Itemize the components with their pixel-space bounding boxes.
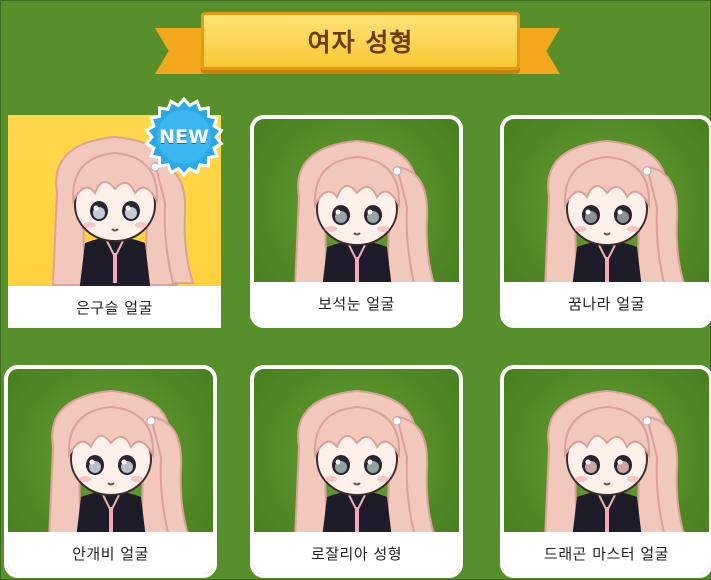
blush [626, 476, 639, 482]
face-item-card[interactable]: 보석눈 얼굴 [250, 115, 463, 328]
eye-highlight [585, 459, 590, 465]
face-item-card[interactable]: 드래곤 마스터 얼굴 [500, 365, 711, 578]
character-avatar [543, 139, 686, 297]
face-item-label: 보석눈 얼굴 [254, 282, 459, 324]
new-badge-label: NEW [159, 126, 209, 148]
blush [130, 476, 143, 482]
face-item-label: 은구슬 얼굴 [8, 286, 221, 328]
blush [324, 476, 337, 482]
character-avatar [293, 139, 436, 297]
blush [574, 476, 587, 482]
face-item-card[interactable]: 안개비 얼굴 [4, 365, 217, 578]
character-avatar [293, 389, 436, 547]
eye-highlight [617, 209, 622, 215]
outfit-ribbon [112, 253, 117, 283]
title-ribbon: 여자 성형 [155, 10, 560, 84]
eye-highlight [93, 205, 98, 211]
eye-highlight [335, 459, 340, 465]
hair-clip [146, 416, 155, 426]
blush [626, 226, 639, 232]
eye-highlight [89, 459, 94, 465]
hair-clip [392, 416, 401, 426]
blush [376, 226, 389, 232]
page-title: 여자 성형 [307, 28, 414, 57]
eye-highlight [335, 209, 340, 215]
face-item-card[interactable]: 로잘리아 성형 [250, 365, 463, 578]
blush [134, 222, 147, 228]
ribbon-band: 여자 성형 [201, 12, 520, 70]
character-avatar [47, 389, 190, 547]
blush [82, 222, 95, 228]
eye-highlight [617, 459, 622, 465]
blush [376, 476, 389, 482]
eye-highlight [367, 459, 372, 465]
eye-highlight [585, 209, 590, 215]
blush [78, 476, 91, 482]
face-item-label: 드래곤 마스터 얼굴 [504, 532, 709, 574]
blush [574, 226, 587, 232]
face-item-label: 안개비 얼굴 [8, 532, 213, 574]
blush [324, 226, 337, 232]
hair-clip [642, 166, 651, 176]
eye-highlight [125, 205, 130, 211]
hair-clip [642, 416, 651, 426]
face-item-label: 로잘리아 성형 [254, 532, 459, 574]
face-item-card[interactable]: 꿈나라 얼굴 [500, 115, 711, 328]
face-item-label: 꿈나라 얼굴 [504, 282, 709, 324]
character-avatar [543, 389, 686, 547]
eye-highlight [367, 209, 372, 215]
new-badge: NEW [143, 96, 225, 178]
hair-clip [392, 166, 401, 176]
eye-highlight [121, 459, 126, 465]
